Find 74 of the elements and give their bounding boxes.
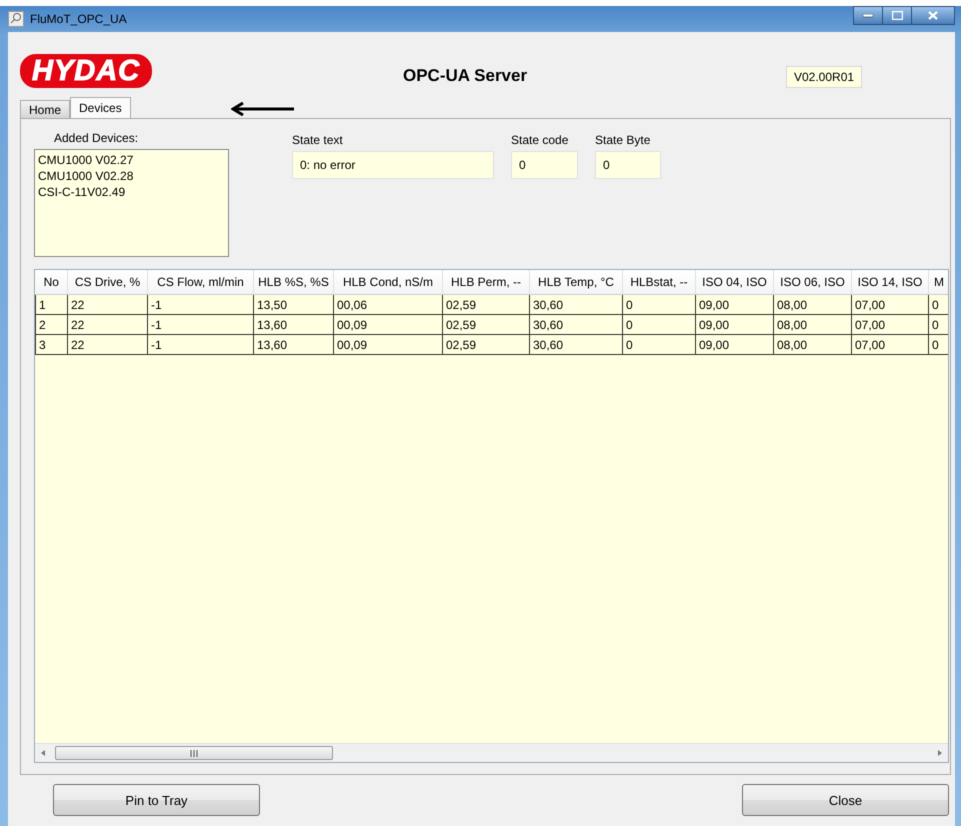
table-cell: 09,00	[696, 314, 774, 334]
devices-list[interactable]: CMU1000 V02.27 CMU1000 V02.28 CSI-C-11V02.49	[34, 149, 229, 257]
table-cell: 00,09	[334, 334, 442, 354]
table-cell: 08,00	[774, 314, 852, 334]
table-cell: 0	[622, 334, 696, 354]
column-header[interactable]: No	[36, 270, 68, 294]
column-header[interactable]: ISO 14, ISO	[852, 270, 928, 294]
arrow-icon	[230, 102, 295, 116]
state-field[interactable]: 0	[511, 151, 578, 179]
field-label: State text	[292, 132, 344, 149]
table-cell: 09,00	[696, 294, 774, 314]
column-header[interactable]: HLB Temp, °C	[530, 270, 622, 294]
table-cell: 00,09	[334, 314, 442, 334]
table-cell: 30,60	[530, 314, 622, 334]
column-header[interactable]: ISO 04, ISO	[696, 270, 774, 294]
table-cell: 1	[36, 294, 68, 314]
table-cell: 22	[68, 334, 148, 354]
logo: HYDAC	[20, 54, 152, 88]
column-header[interactable]: HLB Perm, --	[442, 270, 530, 294]
horizontal-scrollbar[interactable]	[35, 743, 948, 762]
table-cell: -1	[148, 314, 254, 334]
table-cell: 02,59	[442, 314, 530, 334]
column-header[interactable]: M	[928, 270, 948, 294]
scrollbar-thumb[interactable]	[55, 746, 333, 760]
table-cell: 02,59	[442, 334, 530, 354]
table-cell: 30,60	[530, 294, 622, 314]
table-cell: 08,00	[774, 294, 852, 314]
table-cell: -1	[148, 294, 254, 314]
table-cell: 08,00	[774, 334, 852, 354]
table-cell: 22	[68, 314, 148, 334]
minimize-icon	[863, 14, 873, 18]
column-header[interactable]: HLB %S, %S	[254, 270, 334, 294]
close-window-button[interactable]	[911, 6, 955, 25]
table-cell: 00,06	[334, 294, 442, 314]
tab[interactable]: Devices	[70, 97, 131, 118]
devices-label: Added Devices:	[53, 131, 140, 147]
field-label: State code	[511, 132, 570, 149]
table-cell: 02,59	[442, 294, 530, 314]
table-cell: -1	[148, 334, 254, 354]
table-cell: 09,00	[696, 334, 774, 354]
column-header[interactable]: HLB Cond, nS/m	[334, 270, 442, 294]
field-label: State Byte	[595, 132, 652, 149]
maximize-button[interactable]	[882, 6, 911, 25]
table-cell: 3	[36, 334, 68, 354]
window-title: FluMoT_OPC_UA	[30, 12, 127, 26]
state-field[interactable]: 0: no error	[292, 151, 494, 179]
action-button[interactable]: Close	[742, 784, 949, 816]
table-cell: 07,00	[852, 314, 928, 334]
version-field: V02.00R01	[786, 66, 862, 88]
minimize-button[interactable]	[853, 6, 882, 25]
device-item[interactable]: CMU1000 V02.27	[38, 152, 225, 168]
table-cell: 0	[622, 294, 696, 314]
table-cell: 13,50	[254, 294, 334, 314]
table-cell: 13,60	[254, 314, 334, 334]
table-cell: 13,60	[254, 334, 334, 354]
state-field[interactable]: 0	[595, 151, 661, 179]
column-header[interactable]: ISO 06, ISO	[774, 270, 852, 294]
table-cell: 22	[68, 294, 148, 314]
table-cell: 0	[622, 314, 696, 334]
column-header[interactable]: HLBstat, --	[622, 270, 696, 294]
tab[interactable]: Home	[20, 100, 70, 118]
maximize-icon	[892, 11, 902, 20]
column-header[interactable]: CS Drive, %	[68, 270, 148, 294]
column-header[interactable]: CS Flow, ml/min	[148, 270, 254, 294]
app-icon	[8, 11, 24, 27]
table-cell: 07,00	[852, 334, 928, 354]
action-button[interactable]: Pin to Tray	[53, 784, 260, 816]
table-cell: 07,00	[852, 294, 928, 314]
table-cell: 30,60	[530, 334, 622, 354]
device-item[interactable]: CSI-C-11V02.49	[38, 184, 225, 200]
page-title: OPC-UA Server	[403, 66, 528, 86]
table-cell: 2	[36, 314, 68, 334]
device-item[interactable]: CMU1000 V02.28	[38, 168, 225, 184]
close-icon	[928, 11, 938, 20]
